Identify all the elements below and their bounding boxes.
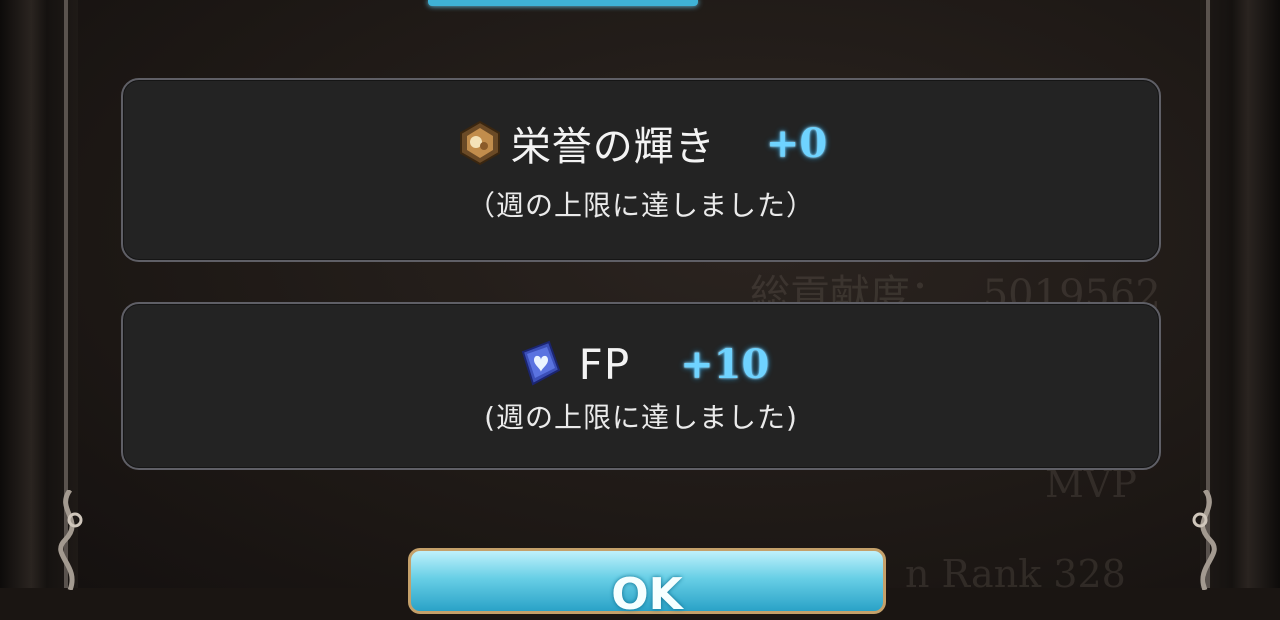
reward-panel-fp: FP +10 (週の上限に達しました) [121, 302, 1161, 470]
reward-note-row: （週の上限に達しました） [123, 184, 1159, 224]
honor-shine-icon [455, 118, 505, 168]
fp-heart-crystal-icon [513, 338, 565, 390]
ok-button-label: OK [611, 569, 683, 620]
reward-header: FP +10 [123, 338, 1159, 390]
reward-header: 栄誉の輝き +0 [123, 114, 1159, 172]
reward-note: (週の上限に達しました) [484, 401, 798, 434]
top-tab-edge [428, 0, 698, 6]
background-rank: n Rank 328 [905, 552, 1126, 596]
reward-name: 栄誉の輝き [510, 124, 716, 170]
reward-note-row: (週の上限に達しました) [123, 396, 1159, 436]
right-ornament [1180, 488, 1230, 591]
left-ornament [45, 488, 95, 591]
reward-amount: +10 [680, 340, 770, 388]
reward-panel-honor: 栄誉の輝き +0 （週の上限に達しました） [121, 78, 1161, 262]
reward-note: （週の上限に達しました） [466, 189, 815, 222]
reward-amount: +0 [765, 119, 828, 167]
reward-name: FP [578, 339, 631, 389]
ok-button[interactable]: OK [408, 548, 886, 620]
